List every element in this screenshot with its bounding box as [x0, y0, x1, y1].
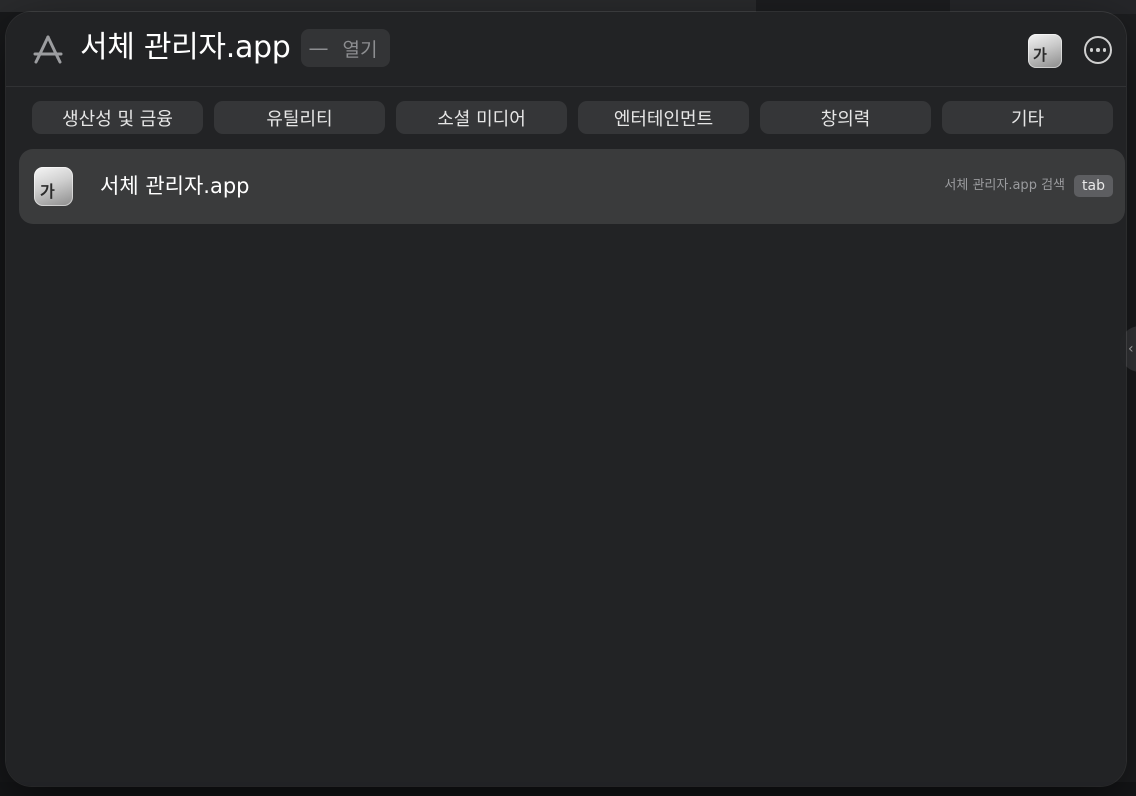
- open-action-hint: — 열기: [300, 29, 390, 67]
- app-store-icon: [33, 35, 63, 64]
- spotlight-panel: 서체 관리자.app — 열기 가 생산성 및 금융 유틸리티 소셜 미디어 엔…: [6, 12, 1126, 786]
- search-input[interactable]: 서체 관리자.app — 열기: [80, 28, 390, 68]
- tab-key-badge: tab: [1074, 175, 1113, 197]
- category-social-media[interactable]: 소셜 미디어: [396, 101, 567, 134]
- category-creativity[interactable]: 창의력: [760, 101, 931, 134]
- background-toolbar: [0, 0, 760, 12]
- separator-dash: —: [308, 36, 329, 60]
- font-book-icon: 가: [34, 167, 73, 206]
- ellipsis-circle-icon: [1089, 48, 1094, 52]
- category-productivity-finance[interactable]: 생산성 및 금융: [32, 101, 203, 134]
- result-search-hint: 서체 관리자.app 검색: [944, 178, 1065, 193]
- category-filter-bar: 생산성 및 금융 유틸리티 소셜 미디어 엔터테인먼트 창의력 기타: [32, 101, 1113, 134]
- spotlight-search-bar[interactable]: 서체 관리자.app — 열기 가: [6, 12, 1126, 87]
- more-options-button[interactable]: [1084, 36, 1112, 64]
- category-utilities[interactable]: 유틸리티: [214, 101, 385, 134]
- open-action-label: 열기: [342, 38, 378, 61]
- category-entertainment[interactable]: 엔터테인먼트: [578, 101, 749, 134]
- font-book-app-icon[interactable]: 가: [1028, 34, 1062, 68]
- search-result-row[interactable]: 가 서체 관리자.app 서체 관리자.app 검색 tab: [19, 149, 1125, 224]
- chevron-left-icon: ‹: [1128, 341, 1134, 357]
- category-other[interactable]: 기타: [942, 101, 1113, 134]
- result-title: 서체 관리자.app: [100, 174, 250, 198]
- search-query: 서체 관리자.app: [80, 30, 291, 65]
